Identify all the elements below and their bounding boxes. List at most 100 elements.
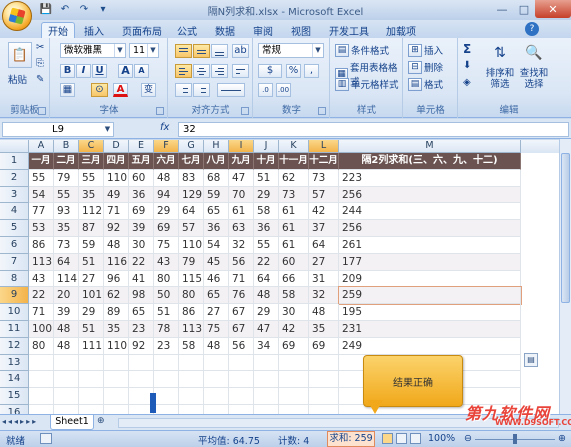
column-header-d[interactable]: D — [104, 140, 129, 153]
cell-b11[interactable]: 48 — [54, 321, 79, 338]
row-header-9[interactable]: 9 — [0, 287, 29, 305]
tab-insert[interactable]: 插入 — [80, 22, 108, 38]
header-cell-h[interactable]: 八月 — [204, 153, 229, 170]
cell-a11[interactable]: 100 — [29, 321, 54, 338]
cell-g11[interactable]: 113 — [179, 321, 204, 338]
empty-cell[interactable] — [104, 405, 129, 414]
font-launcher-icon[interactable] — [156, 107, 164, 115]
orientation-icon[interactable]: ab — [232, 44, 249, 58]
empty-cell[interactable] — [204, 388, 229, 405]
vertical-scrollbar[interactable] — [559, 139, 571, 415]
select-all-corner[interactable] — [0, 140, 29, 153]
empty-cell[interactable] — [309, 354, 339, 372]
cell-f7[interactable]: 43 — [154, 253, 179, 271]
cell-f12[interactable]: 23 — [154, 337, 179, 355]
column-header-b[interactable]: B — [54, 140, 79, 153]
empty-cell[interactable] — [54, 388, 79, 405]
insert-function-icon[interactable]: fx — [160, 122, 169, 133]
cell-d9[interactable]: 62 — [104, 287, 129, 305]
empty-cell[interactable] — [179, 371, 204, 389]
tab-review[interactable]: 审阅 — [249, 22, 277, 38]
empty-cell[interactable] — [309, 405, 339, 414]
cell-i2[interactable]: 47 — [229, 169, 254, 187]
close-button[interactable]: ✕ — [535, 0, 571, 18]
cell-b2[interactable]: 79 — [54, 169, 79, 187]
empty-cell[interactable] — [279, 371, 309, 389]
header-cell-b[interactable]: 二月 — [54, 153, 79, 170]
cell-k10[interactable]: 30 — [279, 304, 309, 321]
empty-cell[interactable] — [229, 371, 254, 389]
clear-icon[interactable]: ◈ — [463, 77, 471, 88]
cell-e5[interactable]: 39 — [129, 220, 154, 237]
header-cell-e[interactable]: 五月 — [129, 153, 154, 170]
cell-m6[interactable]: 261 — [339, 237, 521, 254]
cell-m9[interactable]: 259 — [338, 286, 522, 306]
cell-j10[interactable]: 29 — [254, 304, 279, 321]
empty-cell[interactable] — [204, 405, 229, 414]
italic-button[interactable]: I — [76, 64, 91, 78]
empty-cell[interactable] — [254, 354, 279, 372]
align-left-button[interactable] — [175, 64, 192, 78]
cell-f6[interactable]: 75 — [154, 237, 179, 254]
paste-button[interactable]: 粘贴 — [8, 72, 27, 86]
cell-g3[interactable]: 129 — [179, 186, 204, 204]
paste-icon[interactable]: 📋 — [8, 42, 32, 68]
grow-font-button[interactable]: A — [118, 64, 133, 78]
find-select-button[interactable]: 查找和选择 — [517, 68, 551, 90]
underline-button[interactable]: U — [92, 64, 107, 78]
cell-b12[interactable]: 48 — [54, 337, 79, 355]
cell-c10[interactable]: 29 — [79, 304, 104, 321]
cell-g5[interactable]: 57 — [179, 220, 204, 237]
cell-h5[interactable]: 36 — [204, 220, 229, 237]
row-header-13[interactable]: 13 — [0, 354, 29, 372]
cell-j12[interactable]: 34 — [254, 337, 279, 355]
tab-view[interactable]: 视图 — [287, 22, 315, 38]
shrink-font-button[interactable]: A — [134, 64, 149, 78]
currency-format-button[interactable]: $ — [258, 64, 282, 78]
tab-data[interactable]: 数据 — [211, 22, 239, 38]
column-header-k[interactable]: K — [279, 140, 309, 153]
cell-a10[interactable]: 71 — [29, 304, 54, 321]
empty-cell[interactable] — [229, 354, 254, 372]
cell-h12[interactable]: 48 — [204, 337, 229, 355]
cell-e8[interactable]: 41 — [129, 270, 154, 288]
cell-b5[interactable]: 35 — [54, 220, 79, 237]
column-header-f[interactable]: F — [154, 140, 179, 153]
cell-k2[interactable]: 62 — [279, 169, 309, 187]
cell-f11[interactable]: 78 — [154, 321, 179, 338]
macro-record-icon[interactable] — [40, 433, 52, 444]
cell-g4[interactable]: 64 — [179, 203, 204, 221]
tab-addins[interactable]: 加载项 — [381, 22, 421, 38]
cell-a3[interactable]: 54 — [29, 186, 54, 204]
cell-e3[interactable]: 36 — [129, 186, 154, 204]
cell-h3[interactable]: 59 — [204, 186, 229, 204]
header-cell-d[interactable]: 四月 — [104, 153, 129, 170]
percent-format-button[interactable]: % — [286, 64, 301, 78]
empty-cell[interactable] — [79, 405, 104, 414]
column-header-e[interactable]: E — [129, 140, 154, 153]
page-layout-view-icon[interactable] — [396, 433, 407, 444]
phonetic-button[interactable]: 变 — [141, 83, 156, 97]
cell-c9[interactable]: 101 — [79, 287, 104, 305]
tab-formulas[interactable]: 公式 — [173, 22, 201, 38]
cell-f3[interactable]: 94 — [154, 186, 179, 204]
cell-m3[interactable]: 256 — [339, 186, 521, 204]
header-cell-g[interactable]: 七月 — [179, 153, 204, 170]
cell-g2[interactable]: 83 — [179, 169, 204, 187]
cut-icon[interactable]: ✂ — [36, 42, 44, 53]
cell-b3[interactable]: 55 — [54, 186, 79, 204]
cell-j9[interactable]: 48 — [254, 287, 279, 305]
cell-i10[interactable]: 67 — [229, 304, 254, 321]
cell-h2[interactable]: 68 — [204, 169, 229, 187]
empty-cell[interactable] — [179, 354, 204, 372]
autosum-icon[interactable]: Σ — [463, 42, 471, 56]
cell-i11[interactable]: 67 — [229, 321, 254, 338]
cell-f5[interactable]: 69 — [154, 220, 179, 237]
empty-cell[interactable] — [104, 371, 129, 389]
empty-cell[interactable] — [104, 388, 129, 405]
cell-g7[interactable]: 79 — [179, 253, 204, 271]
empty-cell[interactable] — [254, 388, 279, 405]
cell-f10[interactable]: 51 — [154, 304, 179, 321]
number-launcher-icon[interactable] — [318, 107, 326, 115]
cell-b8[interactable]: 114 — [54, 270, 79, 288]
